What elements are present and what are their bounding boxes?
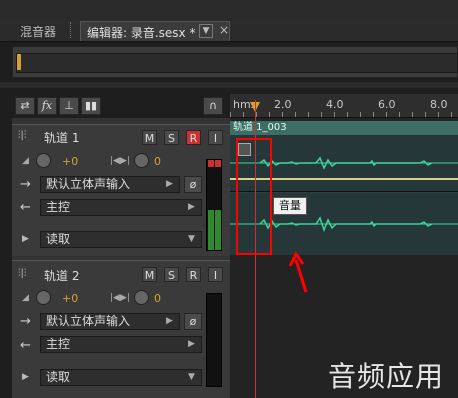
track-1-volume-knob[interactable] — [36, 153, 51, 168]
track-1-input-arrow: ▶ — [166, 179, 173, 189]
track-1-automation-expand-icon[interactable]: ▶ — [22, 234, 29, 244]
time-ruler[interactable]: hms 2.0 4.0 6.0 8.0 — [230, 94, 458, 118]
tick-label: 6.0 — [378, 98, 396, 111]
track-1-name[interactable]: 轨道 1 — [44, 129, 79, 146]
track-header-2: ⫶|⫶ 轨道 2 M S R I ◢ +0 |◀▶| 0 → 默认立体声输入 ▶ … — [12, 260, 230, 398]
tab-menu-icon[interactable]: ▼ — [199, 24, 213, 38]
track-2-volume-knob[interactable] — [36, 290, 51, 305]
track-2-automation-label: 读取 — [46, 370, 71, 384]
track-1-pan-icon: |◀▶| — [110, 156, 130, 166]
track-1-input-monitor-button[interactable]: I — [208, 130, 223, 145]
track-2-volume-icon: ◢ — [22, 293, 29, 303]
track-1-pan-value[interactable]: 0 — [154, 155, 161, 168]
track-1-waveform-icon: ⫶|⫶ — [18, 130, 27, 141]
eq-icon[interactable]: ▮▮ — [81, 97, 101, 115]
watermark-text: 音频应用 — [328, 360, 445, 393]
track-1-input-label: 默认立体声输入 — [46, 177, 131, 191]
track-2-input-select[interactable]: 默认立体声输入 ▶ — [40, 313, 180, 330]
track-1-output-arrow-icon: ← — [20, 200, 31, 215]
track-2-input-arrow-icon: → — [20, 314, 31, 329]
overview-handle[interactable] — [17, 54, 21, 70]
track-1-meter-r — [215, 210, 221, 250]
clip-title[interactable]: 轨道 1_003 — [230, 121, 458, 135]
track-1-volume-icon: ◢ — [22, 156, 29, 166]
zoom-overview-bar[interactable] — [12, 46, 458, 78]
tab-close-icon[interactable]: × — [219, 23, 229, 37]
annotation-highlight-box — [236, 138, 272, 255]
divider — [0, 82, 458, 88]
track-1-pan-knob[interactable] — [134, 153, 149, 168]
tab-mixer-label: 混音器 — [20, 25, 57, 39]
track-2-automation-arrow: ▼ — [188, 372, 195, 382]
track-1-automation-label: 读取 — [46, 232, 71, 246]
headphones-icon[interactable]: ∩ — [203, 97, 223, 115]
tab-editor[interactable]: 编辑器: 录音.sesx * ▼ × — [80, 21, 230, 41]
track-1-output-arrow: ▶ — [188, 202, 195, 212]
track-2-solo-button[interactable]: S — [164, 267, 179, 282]
top-toolbar-strip — [0, 0, 458, 18]
track-2-output-arrow: ▶ — [188, 339, 195, 349]
track-2-input-monitor-button[interactable]: I — [208, 267, 223, 282]
track-header-1: ⫶|⫶ 轨道 1 M S R I ◢ +0 |◀▶| 0 → 默认立体声输入 ▶ … — [12, 124, 230, 256]
track-2-volume-value[interactable]: +0 — [62, 292, 78, 305]
track-2-mute-button[interactable]: M — [142, 267, 157, 282]
tick-label: 8.0 — [430, 98, 448, 111]
track-1-clip-indicator-l — [208, 160, 214, 167]
track-1-mute-button[interactable]: M — [142, 130, 157, 145]
track-1-automation-arrow: ▼ — [188, 234, 195, 244]
track-1-input-select[interactable]: 默认立体声输入 ▶ — [40, 176, 180, 193]
track-2-pan-icon: |◀▶| — [110, 293, 130, 303]
track-1-input-arrow-icon: → — [20, 177, 31, 192]
track-2-pan-value[interactable]: 0 — [154, 292, 161, 305]
track-1-record-button[interactable]: R — [186, 130, 201, 145]
track-1-phase-icon[interactable]: ø — [184, 176, 202, 193]
track-2-input-label: 默认立体声输入 — [46, 314, 131, 328]
track-1-clip-indicator-r — [215, 160, 221, 167]
track-toolbar: ⇄ fx ⊥ ▮▮ ∩ — [12, 94, 224, 116]
annotation-arrow-icon — [288, 251, 308, 293]
track-2-waveform-icon: ⫶|⫶ — [18, 268, 27, 279]
tab-mixer[interactable]: 混音器 — [14, 21, 62, 41]
track-2-input-arrow: ▶ — [166, 316, 173, 326]
track-1-solo-button[interactable]: S — [164, 130, 179, 145]
track-1-output-select[interactable]: 主控 ▶ — [40, 199, 202, 216]
track-2-record-button[interactable]: R — [186, 267, 201, 282]
tick-label: 4.0 — [326, 98, 344, 111]
track-1-meter-l — [208, 210, 214, 250]
track-2-output-label: 主控 — [46, 337, 71, 351]
ruler-ticks — [230, 112, 458, 117]
track-1-level-meter — [206, 159, 222, 251]
in-out-icon[interactable]: ⇄ — [15, 97, 35, 115]
panel-tab-bar: 混音器 编辑器: 录音.sesx * ▼ × — [0, 18, 458, 42]
track-2-name[interactable]: 轨道 2 — [44, 267, 79, 284]
track-2-pan-knob[interactable] — [134, 290, 149, 305]
track-1-volume-value[interactable]: +0 — [62, 155, 78, 168]
track-2-output-arrow-icon: ← — [20, 338, 31, 353]
track-2-output-select[interactable]: 主控 ▶ — [40, 336, 202, 353]
track-2-phase-icon[interactable]: ø — [184, 313, 202, 330]
track-1-output-label: 主控 — [46, 200, 71, 214]
volume-tooltip: 音量 — [273, 197, 307, 215]
track-1-automation-select[interactable]: 读取 ▼ — [40, 231, 202, 248]
track-2-level-meter — [206, 293, 222, 387]
send-icon[interactable]: ⊥ — [59, 97, 79, 115]
tab-grip[interactable] — [70, 22, 76, 38]
tab-editor-label: 编辑器: 录音.sesx * — [87, 26, 196, 40]
fx-label: fx — [41, 99, 53, 112]
tick-label: 2.0 — [274, 98, 292, 111]
overview-track — [16, 53, 458, 73]
track-2-automation-select[interactable]: 读取 ▼ — [40, 369, 202, 386]
track-2-automation-expand-icon[interactable]: ▶ — [22, 372, 29, 382]
fx-button[interactable]: fx — [37, 97, 57, 115]
